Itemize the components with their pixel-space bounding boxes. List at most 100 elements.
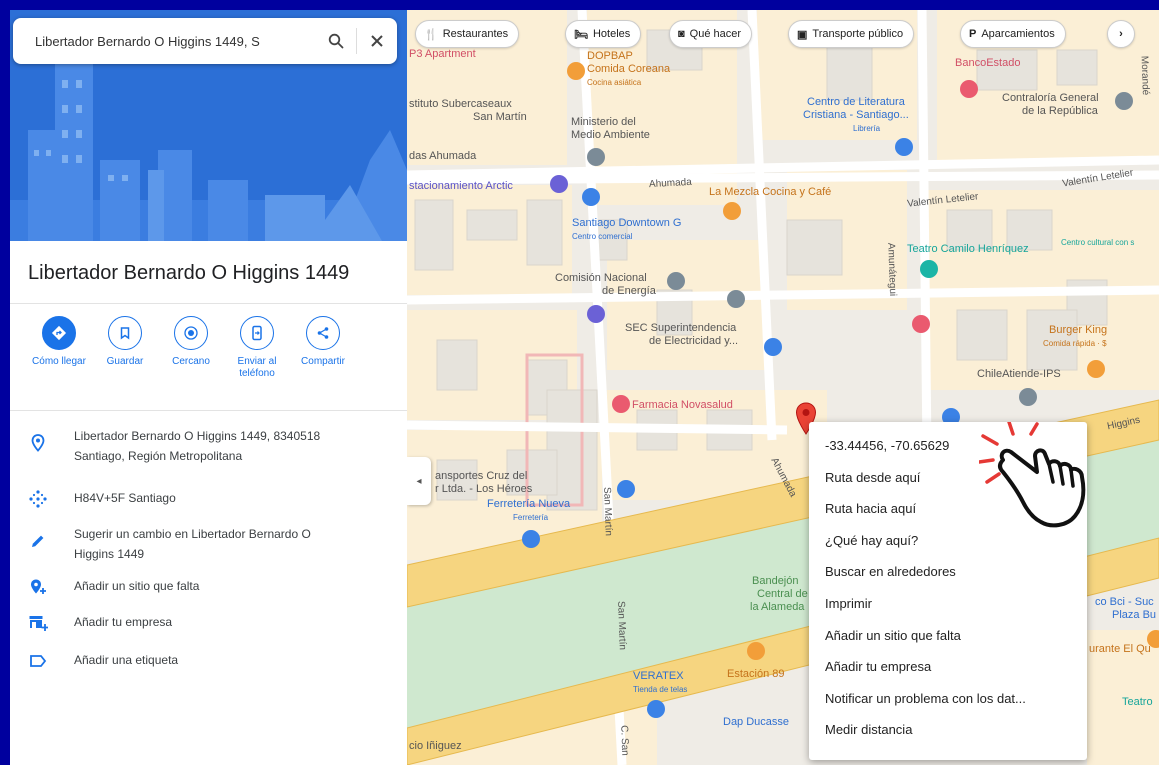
add-missing-place-text: Añadir un sitio que falta <box>74 579 200 593</box>
save-button[interactable]: Guardar <box>92 316 158 380</box>
ctx-report-problem[interactable]: Notificar un problema con los dat... <box>809 683 1087 715</box>
electricidad-marker[interactable] <box>764 338 782 356</box>
category-chips: 🍴 Restaurantes 🛏 Hoteles ◙ Qué hacer ▣ T… <box>407 20 1159 50</box>
label-central-de[interactable]: Central de <box>757 588 808 601</box>
label-instituto[interactable]: stituto Subercaseaux <box>409 98 512 111</box>
burger-king-marker[interactable] <box>1087 360 1105 378</box>
label-sec[interactable]: SEC Superintendencia <box>625 322 736 335</box>
label-ministerio[interactable]: Ministerio del <box>571 116 636 129</box>
pink-poi-marker[interactable] <box>912 315 930 333</box>
label-republica[interactable]: de la República <box>1022 105 1098 118</box>
farmacia-marker[interactable] <box>612 395 630 413</box>
label-electricidad[interactable]: de Electricidad y... <box>649 335 738 348</box>
label-centro-literatura[interactable]: Centro de Literatura <box>807 96 905 109</box>
label-santiago-downtown[interactable]: Santiago Downtown G Centro comercial <box>572 217 681 243</box>
parking-icon: P <box>969 28 977 40</box>
label-energia[interactable]: de Energía <box>602 285 656 298</box>
label-veratex[interactable]: VERATEX Tienda de telas <box>633 670 687 696</box>
parking-marker[interactable] <box>587 305 605 323</box>
ferreteria-marker[interactable] <box>522 530 540 548</box>
label-la-mezcla[interactable]: La Mezcla Cocina y Café <box>709 186 831 199</box>
contraloria-marker[interactable] <box>1115 92 1133 110</box>
label-co-bci[interactable]: co Bci - Suc <box>1095 596 1154 609</box>
dap-marker[interactable] <box>647 700 665 718</box>
search-button[interactable] <box>316 18 356 64</box>
downtown-marker[interactable] <box>582 188 600 206</box>
chip-restaurantes[interactable]: 🍴 Restaurantes <box>415 20 520 48</box>
share-button[interactable]: Compartir <box>290 316 356 380</box>
add-label-row[interactable]: Añadir una etiqueta <box>10 650 407 686</box>
label-bandejon[interactable]: Bandejón <box>752 575 799 588</box>
add-business-row[interactable]: Añadir tu empresa <box>10 612 407 650</box>
label-dopbap[interactable]: DOPBAP <box>587 50 633 63</box>
bancoestado-marker[interactable] <box>960 80 978 98</box>
label-bancoestado[interactable]: BancoEstado <box>955 57 1020 70</box>
ctx-search-nearby[interactable]: Buscar en alrededores <box>809 556 1087 588</box>
chips-next-button[interactable]: › <box>1107 20 1135 48</box>
label-transportes[interactable]: ansportes Cruz del <box>435 470 527 483</box>
place-hero-image[interactable]: Libertador Bernardo O Higgins 1449, S <box>10 10 407 241</box>
chip-aparcamientos[interactable]: P Aparcamientos <box>960 20 1066 48</box>
label-contraloria[interactable]: Contraloría General <box>1002 92 1099 105</box>
plus-code-icon <box>29 490 47 508</box>
clear-search-button[interactable] <box>357 18 397 64</box>
nearby-button[interactable]: Cercano <box>158 316 224 380</box>
label-urante-el-qu[interactable]: urante El Qu <box>1089 643 1151 656</box>
dopbap-marker[interactable] <box>567 62 585 80</box>
literatura-marker[interactable] <box>895 138 913 156</box>
plus-code-text: H84V+5F Santiago <box>74 491 176 505</box>
search-input[interactable]: Libertador Bernardo O Higgins 1449, S <box>13 34 316 49</box>
ctx-measure-distance[interactable]: Medir distancia <box>809 714 1087 746</box>
sec-marker[interactable] <box>727 290 745 308</box>
teatro-marker[interactable] <box>920 260 938 278</box>
share-label: Compartir <box>301 356 345 367</box>
label-teatro-camilo[interactable]: Teatro Camilo Henríquez <box>907 243 1029 256</box>
label-sur-ltda[interactable]: r Ltda. - Los Héroes <box>435 483 532 496</box>
label-cio-iniguez[interactable]: cio Iñiguez <box>409 740 462 753</box>
directions-button[interactable]: Cómo llegar <box>26 316 92 380</box>
label-la-alameda[interactable]: la Alameda <box>750 601 804 614</box>
parking-arctic-marker[interactable] <box>550 175 568 193</box>
label-comision[interactable]: Comisión Nacional <box>555 272 647 285</box>
chip-hoteles[interactable]: 🛏 Hoteles <box>565 20 642 48</box>
transportes-marker[interactable] <box>617 480 635 498</box>
estacion-marker[interactable] <box>747 642 765 660</box>
send-to-phone-button[interactable]: Enviar al teléfono <box>224 316 290 380</box>
ministerio-marker[interactable] <box>587 148 605 166</box>
label-dap-ducasse[interactable]: Dap Ducasse <box>723 716 789 729</box>
label-ferreteria[interactable]: Ferretería Nueva Ferretería <box>487 498 570 524</box>
mezcla-marker[interactable] <box>723 202 741 220</box>
pointing-hand-cursor-icon <box>979 422 1086 528</box>
label-centro-cultural[interactable]: Centro cultural con s <box>1061 236 1134 249</box>
label-estacion-89[interactable]: Estación 89 <box>727 668 784 681</box>
nearby-icon <box>184 326 198 340</box>
ctx-add-missing-place[interactable]: Añadir un sitio que falta <box>809 620 1087 652</box>
address-row[interactable]: Libertador Bernardo O Higgins 1449, 8340… <box>10 429 407 488</box>
collapse-panel-button[interactable]: ◂ <box>407 457 431 505</box>
suggest-edit-line-1: Sugerir un cambio en Libertador Bernardo… <box>74 527 311 541</box>
ctx-add-business[interactable]: Añadir tu empresa <box>809 651 1087 683</box>
label-san-martin[interactable]: San Martín <box>473 111 527 124</box>
label-cristiana[interactable]: Cristiana - Santiago... Librería <box>803 109 909 135</box>
suggest-edit-row[interactable]: Sugerir un cambio en Libertador Bernardo… <box>10 524 407 576</box>
comision-marker[interactable] <box>667 272 685 290</box>
label-comida-coreana[interactable]: Comida Coreana Cocina asiática <box>587 63 670 89</box>
chip-transporte[interactable]: ▣ Transporte público <box>788 20 915 48</box>
directions-label: Cómo llegar <box>32 356 86 367</box>
label-teatro[interactable]: Teatro <box>1122 696 1153 709</box>
chileatiende-marker[interactable] <box>1019 388 1037 406</box>
ctx-print[interactable]: Imprimir <box>809 588 1087 620</box>
label-medio-ambiente[interactable]: Medio Ambiente <box>571 129 650 142</box>
restaurant-icon: 🍴 <box>424 28 438 41</box>
chip-que-hacer[interactable]: ◙ Qué hacer <box>669 20 753 48</box>
add-missing-place-row[interactable]: Añadir un sitio que falta <box>10 576 407 612</box>
plus-code-row[interactable]: H84V+5F Santiago <box>10 488 407 524</box>
label-das-ahumada[interactable]: das Ahumada <box>409 150 476 163</box>
divider <box>10 410 407 411</box>
map-canvas[interactable]: DOPBAP Comida Coreana Cocina asiática P3 … <box>407 10 1159 765</box>
label-estacionamiento[interactable]: stacionamiento Arctic <box>409 180 513 193</box>
label-burger-king[interactable]: Burger King Comida rápida · $ <box>1043 324 1107 350</box>
label-farmacia[interactable]: Farmacia Novasalud <box>632 399 733 412</box>
label-chileatiende[interactable]: ChileAtiende-IPS <box>977 368 1061 381</box>
label-plaza-bu[interactable]: Plaza Bu <box>1112 609 1156 622</box>
